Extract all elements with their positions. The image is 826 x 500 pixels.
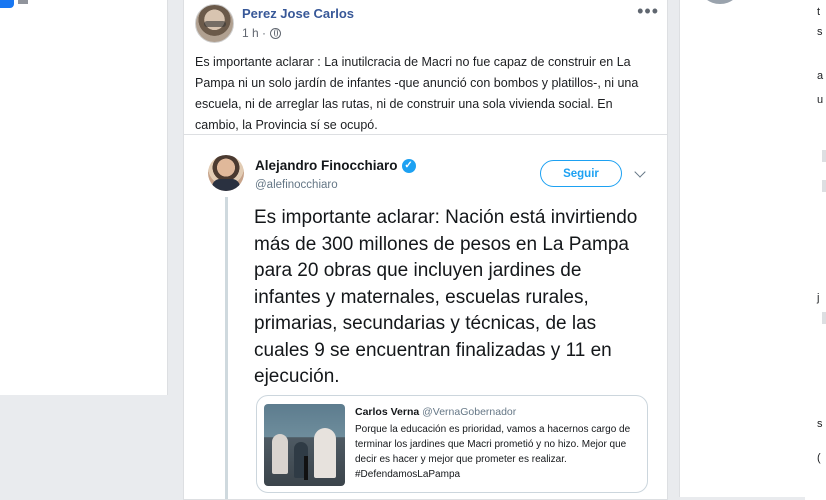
quoted-tweet-text: Porque la educación es prioridad, vamos … [355, 424, 631, 480]
left-panel-fragment [0, 0, 14, 8]
follow-button[interactable]: Seguir [540, 160, 622, 187]
quoted-tweet-author-name: Carlos Verna [355, 406, 420, 418]
quoted-tweet-image [264, 404, 345, 486]
right-strip-fragment: t [817, 6, 821, 18]
post-text: Es importante aclarar : La inutilcracia … [195, 55, 639, 132]
tweet-author-name[interactable]: Alejandro Finocchiaro ✓ [255, 158, 416, 173]
chevron-down-icon[interactable] [634, 166, 646, 178]
left-panel-fragment-2 [18, 0, 28, 4]
right-strip-fragment: a [817, 70, 824, 82]
right-strip-fragment: s [817, 418, 823, 430]
post-header: Perez Jose Carlos 1 h · ••• [184, 0, 667, 48]
post-meta: 1 h · [242, 26, 282, 40]
right-strip-fragment: ( [817, 452, 821, 464]
quoted-tweet-header: Carlos Verna @VernaGobernador [355, 406, 516, 418]
post-options-menu-icon[interactable]: ••• [637, 2, 659, 20]
photo-microphone-shape [304, 456, 308, 480]
post-timestamp[interactable]: 1 h · [242, 26, 266, 40]
facebook-post: Perez Jose Carlos 1 h · ••• Es important… [183, 0, 668, 500]
globe-icon [270, 27, 282, 39]
right-strip-line [822, 312, 826, 324]
tweet-text: Es importante aclarar: Nación está invir… [254, 207, 638, 387]
quoted-tweet-author-handle: @VernaGobernador [422, 406, 517, 418]
left-sidebar-panel [0, 0, 168, 395]
author-name-link[interactable]: Perez Jose Carlos [242, 6, 354, 21]
verified-badge-icon: ✓ [401, 158, 416, 173]
tweet-author-avatar[interactable] [208, 155, 244, 191]
right-strip-fragment: s [817, 26, 823, 38]
tweet-author-handle[interactable]: @alefinocchiaro [255, 179, 338, 191]
right-panel-avatar [700, 0, 740, 4]
right-post-panel [679, 0, 805, 497]
right-strip-fragment: j [817, 292, 820, 304]
tweet-author-name-text: Alejandro Finocchiaro [255, 158, 398, 173]
right-strip-fragment: u [817, 94, 824, 106]
thread-line [225, 197, 228, 499]
embedded-tweet: Alejandro Finocchiaro ✓ @alefinocchiaro … [184, 135, 667, 499]
photo-person-shape [272, 434, 288, 474]
quoted-tweet-card[interactable]: Carlos Verna @VernaGobernador Porque la … [256, 395, 648, 493]
right-strip-line [822, 180, 826, 192]
photo-person-shape [314, 428, 336, 478]
author-avatar[interactable] [195, 4, 234, 43]
right-strip-line [822, 150, 826, 162]
